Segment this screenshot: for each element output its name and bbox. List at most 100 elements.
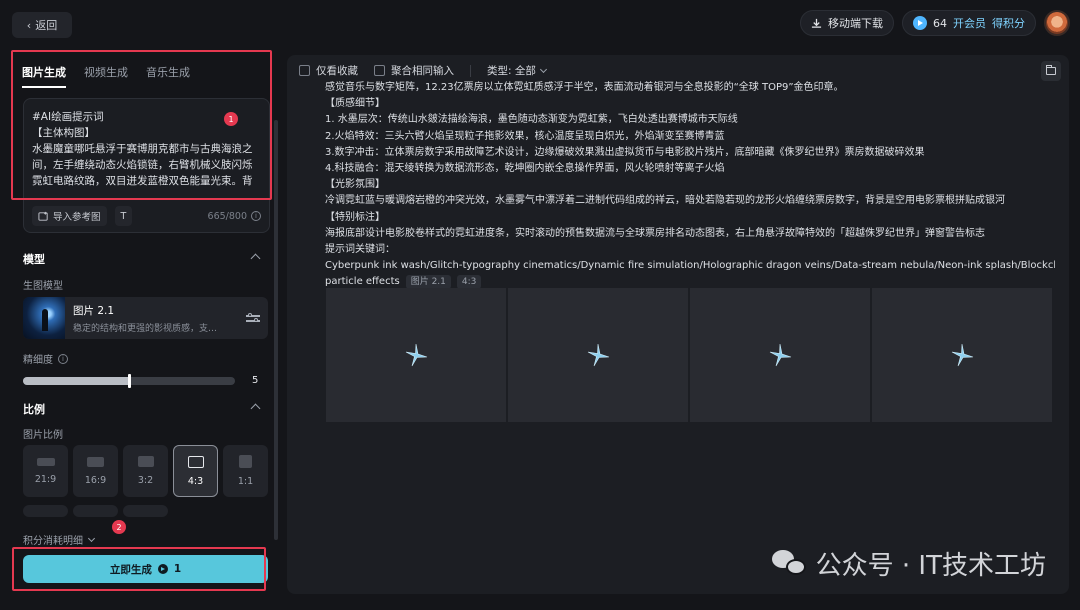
prompt-history-text: 感觉音乐与数字矩阵，12.23亿票房以立体霓虹质感浮于半空，表面流动着银河与全息…: [325, 80, 1055, 291]
ratio-3-2-icon: [137, 456, 154, 467]
ratio-1-1-icon: [239, 455, 252, 468]
chevron-up-icon[interactable]: [250, 253, 261, 264]
info-icon[interactable]: i: [251, 211, 261, 221]
group-same-input-checkbox[interactable]: 聚合相同输入: [374, 63, 454, 78]
history-text-line: 感觉音乐与数字矩阵，12.23亿票房以立体霓虹质感浮于半空，表面流动着银河与全息…: [325, 82, 844, 93]
left-scrollbar[interactable]: [274, 120, 278, 540]
model-section-title: 模型: [23, 253, 45, 266]
ratio-option-21-9[interactable]: 21:9: [23, 445, 68, 497]
history-text-line: 4.科技融合：混天绫转换为数据流形态，乾坤圈内嵌全息操作界面，风火轮喷射等离子火…: [325, 163, 725, 175]
only-favorites-label: 仅看收藏: [316, 65, 358, 77]
wechat-icon: [771, 549, 806, 578]
ratio-option-16-9[interactable]: 16:9: [73, 445, 118, 497]
model-name: 图片 2.1: [73, 304, 115, 317]
checkbox-icon: [299, 65, 310, 76]
chevron-down-icon: [87, 534, 96, 542]
image-plus-icon: [38, 211, 48, 221]
char-counter-value: 665/800: [207, 210, 247, 222]
ratio-option-4-3[interactable]: 4:3: [173, 445, 218, 497]
history-text-last: particle effects: [325, 276, 400, 288]
ratio-section-title: 比例: [23, 403, 45, 416]
model-selector[interactable]: 图片 2.1 稳定的结构和更强的影视质感，支持...: [23, 297, 268, 339]
cost-detail-label: 积分消耗明细: [23, 536, 83, 547]
loading-star-icon: [405, 343, 428, 367]
credits-pill[interactable]: 64 开会员 得积分: [902, 10, 1036, 36]
top-right-bar: 移动端下载 64 开会员 得积分: [800, 10, 1070, 36]
back-button[interactable]: ‹ 返回: [12, 12, 72, 38]
chevron-up-icon[interactable]: [250, 403, 261, 414]
checkbox-icon: [374, 65, 385, 76]
earn-credits-link[interactable]: 得积分: [992, 15, 1025, 31]
download-icon: [811, 18, 822, 28]
text-format-button[interactable]: T: [114, 206, 133, 226]
vip-link[interactable]: 开会员: [953, 15, 986, 31]
detail-label: 精细度: [23, 355, 53, 366]
generate-cost: 1: [173, 563, 182, 575]
history-text-line: 冷调霓虹蓝与暖调熔岩橙的冲突光效，水墨雾气中漂浮着二进制代码组成的祥云，暗处若隐…: [325, 195, 1005, 207]
history-text-line: 【特别标注】: [325, 211, 385, 223]
annotation-marker-2: 2: [112, 520, 126, 534]
type-filter-dropdown[interactable]: 类型: 全部: [487, 63, 547, 78]
import-reference-button[interactable]: 导入参考图: [32, 206, 107, 226]
folder-button[interactable]: [1041, 61, 1061, 81]
cost-detail-toggle[interactable]: 积分消耗明细: [23, 532, 96, 547]
import-reference-label: 导入参考图: [53, 212, 101, 223]
ratio-options-row-2: [23, 505, 168, 517]
ratio-option-more[interactable]: [73, 505, 118, 517]
ratio-option-more[interactable]: [23, 505, 68, 517]
ratio-21-9-icon: [36, 457, 55, 466]
history-text-line: 2.火焰特效：三头六臂火焰呈现粒子拖影效果，核心温度呈现白炽光，外焰渐变至赛博青…: [325, 130, 725, 142]
info-icon[interactable]: i: [58, 353, 68, 364]
only-favorites-checkbox[interactable]: 仅看收藏: [299, 63, 358, 78]
history-text-line: 3.数字冲击：立体票房数字采用故障艺术设计，边缘爆破效果溅出虚拟货币与电影胶片残…: [325, 146, 925, 158]
mobile-download-button[interactable]: 移动端下载: [800, 10, 894, 36]
chevron-left-icon: ‹: [26, 18, 32, 32]
loading-star-icon: [587, 343, 610, 367]
tab-music-generation[interactable]: 音乐生成: [146, 64, 190, 88]
avatar[interactable]: [1044, 10, 1070, 36]
generated-image-placeholder[interactable]: [326, 288, 506, 422]
history-text-line: 【质感细节】: [325, 98, 385, 110]
generation-tabs: 图片生成 视频生成 音乐生成: [22, 64, 190, 88]
history-text-line: 1. 水墨层次：传统山水皴法描绘海浪，墨色随动态渐变为霓虹紫，飞白处透出赛博城市…: [325, 114, 738, 126]
history-text-line: 提示词关键词：: [325, 244, 395, 256]
generate-button[interactable]: 立即生成 1: [23, 555, 268, 583]
generated-image-placeholder[interactable]: [872, 288, 1052, 422]
generated-image-placeholder[interactable]: [508, 288, 688, 422]
prompt-toolbar: 导入参考图 T 665/800 i: [32, 206, 261, 226]
divider: [470, 64, 471, 77]
history-text-line: 【光影氛围】: [325, 179, 385, 191]
ratio-16-9-icon: [87, 456, 104, 467]
ratio-4-3-icon: [187, 455, 204, 468]
watermark: 公众号 · IT技术工坊: [771, 545, 1046, 582]
generated-image-placeholder[interactable]: [690, 288, 870, 422]
ratio-label: 3:2: [137, 475, 154, 486]
chevron-down-icon: [539, 65, 547, 73]
tab-image-generation[interactable]: 图片生成: [22, 64, 66, 88]
left-panel: 图片生成 视频生成 音乐生成 #AI绘画提示词 【主体构图】 水墨魔童哪吒悬浮于…: [11, 48, 278, 598]
generate-label: 立即生成: [109, 563, 152, 576]
detail-slider-thumb[interactable]: [128, 374, 131, 388]
tab-video-generation[interactable]: 视频生成: [84, 64, 128, 88]
text-format-icon: T: [120, 210, 127, 222]
mobile-download-label: 移动端下载: [828, 17, 883, 30]
ratio-label: 21:9: [34, 473, 57, 485]
settings-sliders-icon[interactable]: [246, 312, 260, 324]
ratio-option-1-1[interactable]: 1:1: [223, 445, 268, 497]
loading-star-icon: [769, 343, 792, 367]
credits-count: 64: [933, 16, 947, 30]
folder-icon: [1046, 65, 1056, 75]
history-panel: 仅看收藏 聚合相同输入 类型: 全部 感觉音乐与数字矩阵，12.23亿票房以立体…: [287, 55, 1069, 594]
ratio-label: 1:1: [237, 476, 254, 487]
ratio-sub-label: 图片比例: [23, 430, 63, 441]
ratio-option-more[interactable]: [123, 505, 168, 517]
detail-label-row: 精细度 i: [23, 351, 68, 366]
back-label: 返回: [35, 19, 58, 32]
group-same-input-label: 聚合相同输入: [391, 65, 454, 77]
generated-images-grid: [326, 288, 1052, 422]
ratio-label: 4:3: [187, 475, 204, 487]
type-filter-label: 类型: 全部: [487, 65, 536, 77]
credit-icon: [913, 16, 927, 30]
history-text-line: Cyberpunk ink wash/Glitch-typography cin…: [325, 260, 1055, 272]
ratio-option-3-2[interactable]: 3:2: [123, 445, 168, 497]
